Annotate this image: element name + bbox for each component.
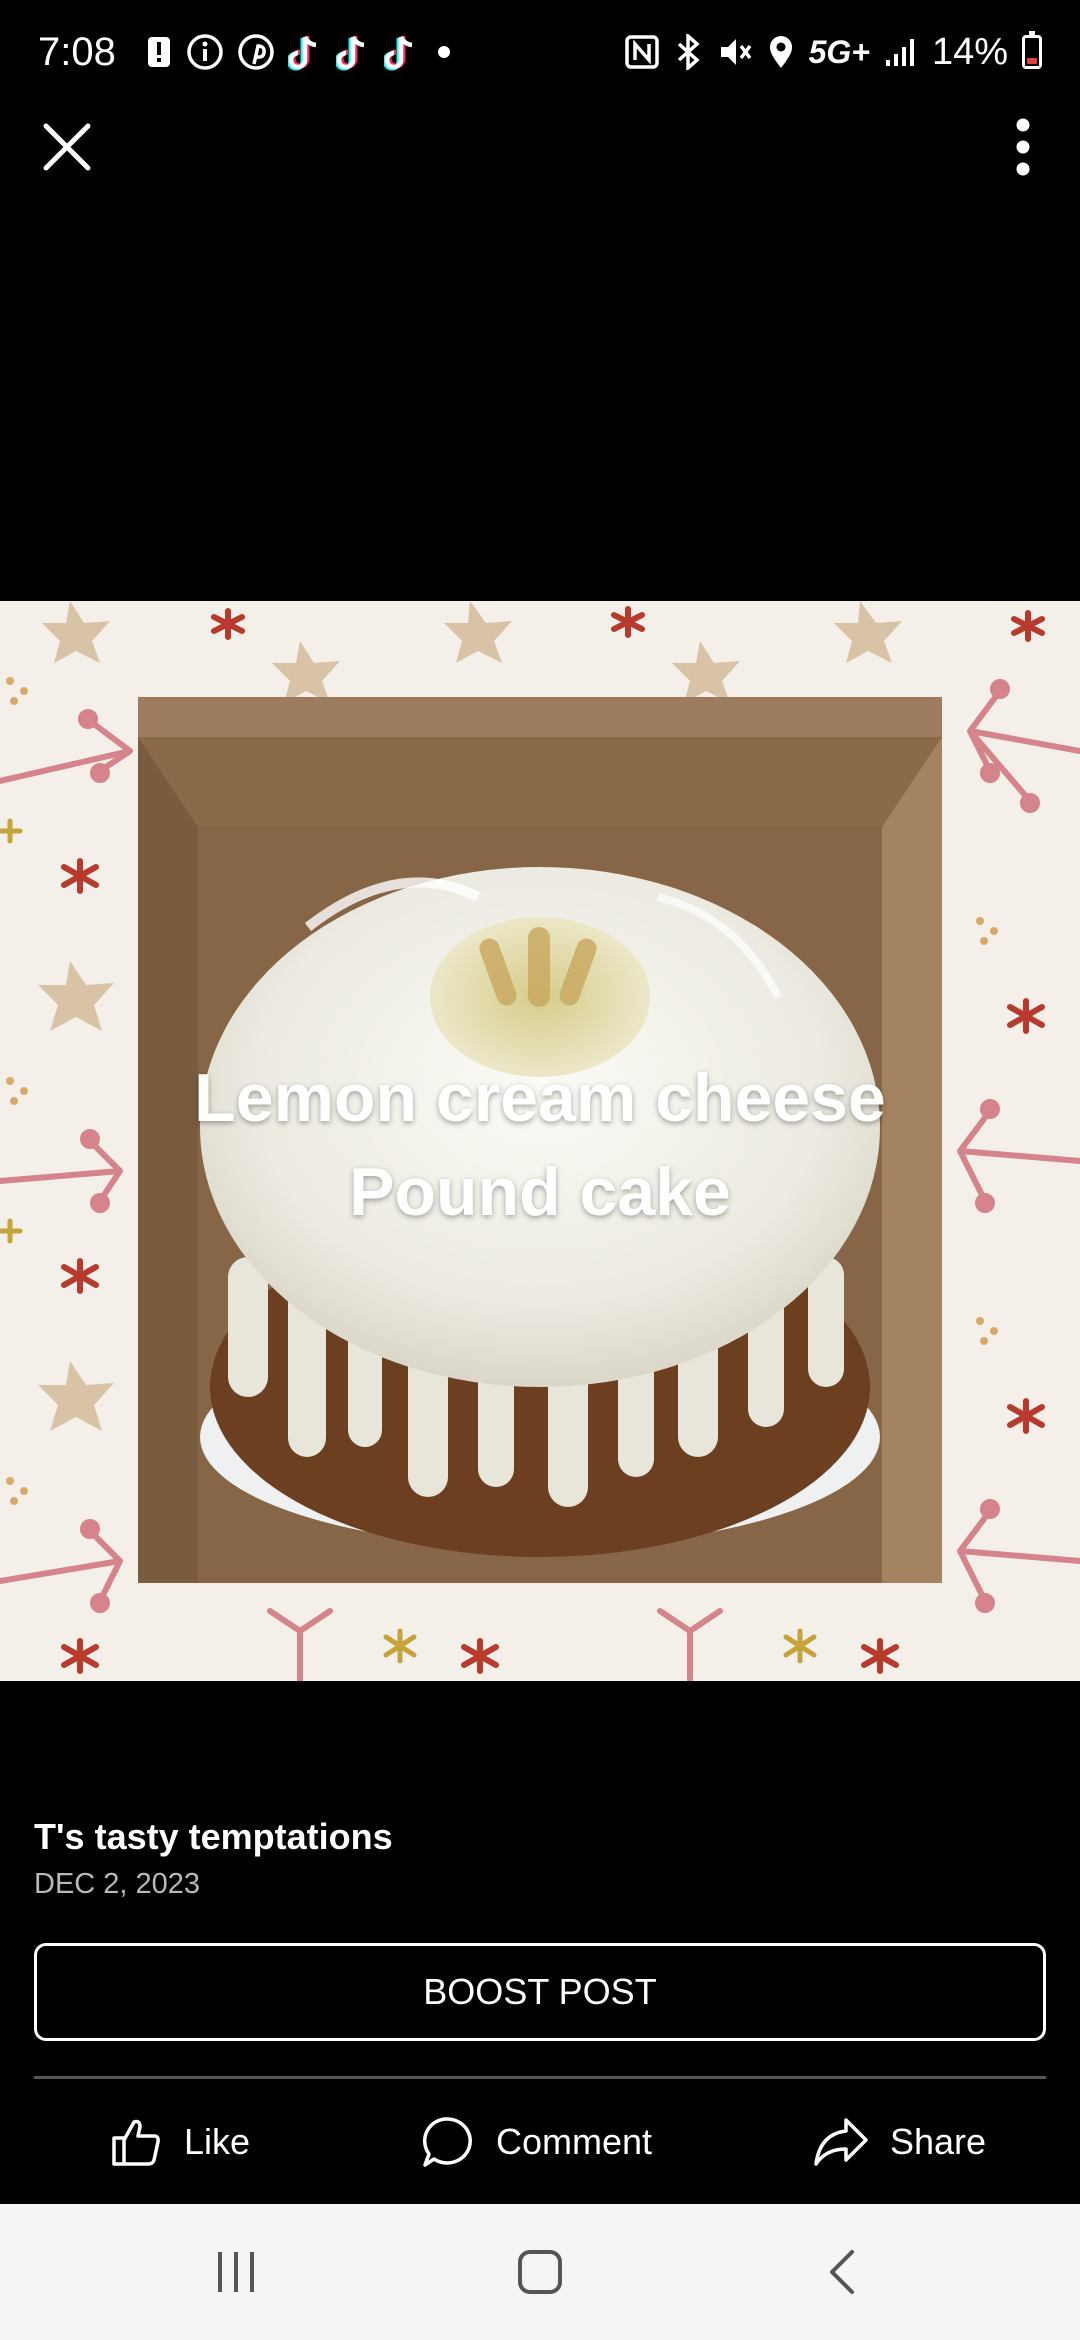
home-icon	[518, 2250, 562, 2294]
back-button[interactable]	[762, 2204, 922, 2340]
caption-line-2: Pound cake	[349, 1154, 731, 1230]
caption-line-1: Lemon cream cheese	[194, 1060, 886, 1136]
share-label: Share	[890, 2121, 987, 2162]
divider	[34, 2076, 1046, 2079]
post-photo[interactable]: Lemon cream cheese Pound cake	[0, 601, 1080, 1681]
bluetooth-icon	[673, 34, 703, 70]
recents-button[interactable]	[156, 2204, 316, 2340]
close-button[interactable]	[32, 112, 102, 182]
close-icon	[43, 123, 91, 171]
thumbs-up-icon	[112, 2119, 160, 2166]
dot-icon	[432, 40, 456, 64]
battery-percent: 14%	[931, 30, 1008, 73]
pinterest-icon	[238, 34, 274, 70]
location-icon	[767, 34, 795, 70]
status-bar-right: 5G+ 14%	[624, 30, 1042, 74]
alert-icon	[146, 35, 172, 69]
recents-icon	[218, 2252, 254, 2292]
status-bar: 7:08 5G+ 14%	[0, 0, 1080, 104]
comment-label: Comment	[496, 2121, 653, 2162]
network-type-text: 5G+	[808, 33, 870, 70]
signal-icon	[884, 36, 918, 68]
post-actions: Like Comment Share	[0, 2098, 1080, 2186]
viewer-toolbar	[0, 104, 1080, 188]
tiktok-icon	[287, 33, 322, 71]
home-button[interactable]	[460, 2204, 620, 2340]
battery-icon	[1022, 31, 1042, 69]
photo-caption: Lemon cream cheese Pound cake	[0, 1051, 1080, 1239]
tiktok-icon	[383, 33, 418, 71]
comment-button[interactable]: Comment	[420, 2098, 652, 2186]
nfc-icon	[624, 35, 659, 69]
back-icon	[830, 2250, 854, 2294]
more-options-button[interactable]	[988, 110, 1058, 184]
comment-icon	[423, 2117, 472, 2167]
boost-post-button[interactable]: BOOST POST	[34, 1943, 1046, 2041]
post-date: DEC 2, 2023	[34, 1868, 201, 1900]
mute-icon	[717, 34, 753, 70]
system-nav-bar	[0, 2204, 1080, 2340]
status-time: 7:08	[38, 29, 116, 74]
share-button[interactable]: Share	[812, 2098, 986, 2186]
post-author[interactable]: T's tasty temptations	[34, 1816, 393, 1858]
like-label: Like	[184, 2121, 251, 2162]
like-button[interactable]: Like	[108, 2098, 250, 2186]
more-vertical-icon	[1016, 118, 1030, 176]
tiktok-icon	[335, 33, 370, 71]
info-icon	[186, 33, 224, 71]
status-bar-left: 7:08	[38, 30, 456, 75]
share-icon	[814, 2118, 868, 2166]
